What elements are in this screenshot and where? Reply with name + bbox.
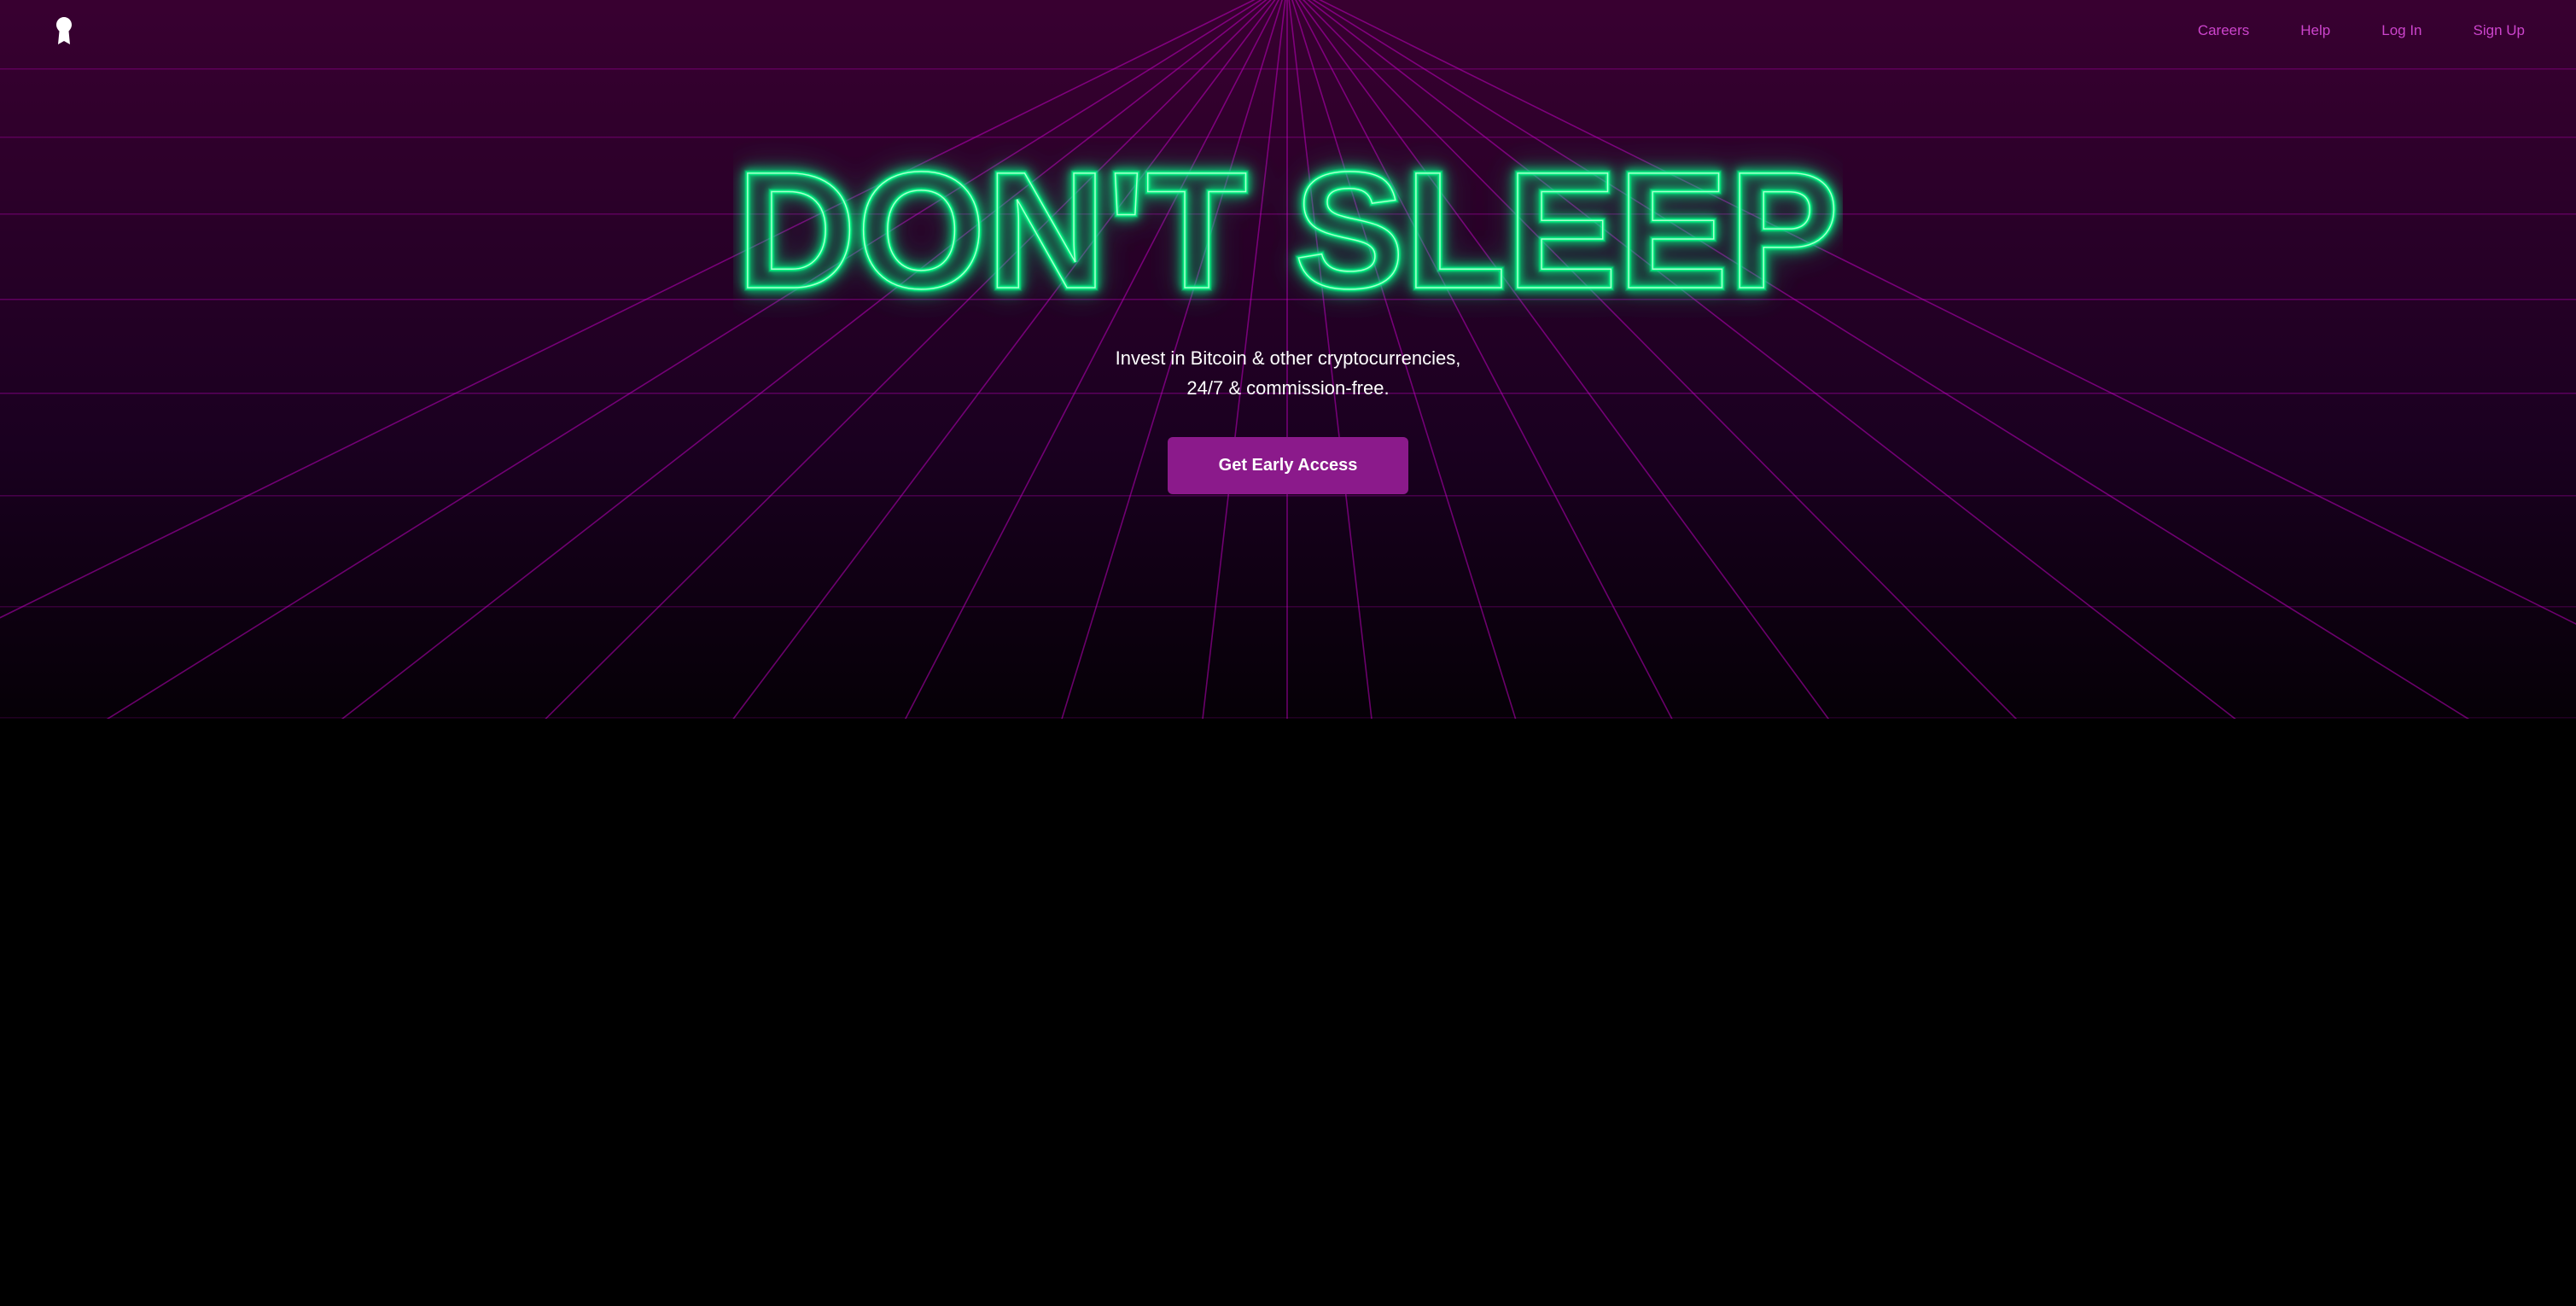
- hero-subtitle: Invest in Bitcoin & other cryptocurrenci…: [1116, 343, 1461, 403]
- nav-links: Careers Help Log In Sign Up: [2198, 22, 2525, 39]
- logo-icon: [51, 15, 77, 46]
- nav-help[interactable]: Help: [2300, 22, 2330, 39]
- navbar: Careers Help Log In Sign Up: [0, 0, 2576, 61]
- svg-text:DON'T SLEEP: DON'T SLEEP: [737, 137, 1839, 318]
- hero-title-container: DON'T SLEEP DON'T SLEEP DON'T SLEEP DON'…: [0, 130, 2576, 318]
- nav-careers[interactable]: Careers: [2198, 22, 2249, 39]
- nav-signup[interactable]: Sign Up: [2474, 22, 2525, 39]
- hero-content: DON'T SLEEP DON'T SLEEP DON'T SLEEP DON'…: [0, 61, 2576, 494]
- hero-title-svg: DON'T SLEEP DON'T SLEEP DON'T SLEEP DON'…: [733, 130, 1843, 318]
- logo[interactable]: [51, 15, 77, 46]
- nav-login[interactable]: Log In: [2381, 22, 2422, 39]
- cta-button[interactable]: Get Early Access: [1168, 437, 1409, 494]
